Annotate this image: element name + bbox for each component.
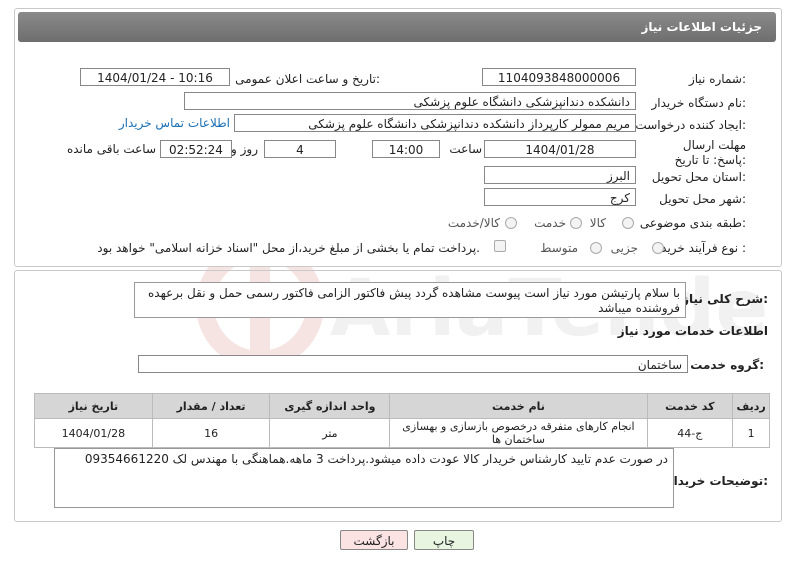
announce-label: تاریخ و ساعت اعلان عمومی: — [235, 72, 380, 86]
col-row: ردیف — [732, 393, 770, 419]
remaining-time-field: 02:52:24 — [160, 140, 232, 158]
announce-field: 1404/01/24 - 10:16 — [80, 68, 230, 86]
cell-quantity: 16 — [151, 418, 271, 448]
category-option-goods: کالا — [589, 216, 606, 230]
process-label: نوع فرآیند خرید : — [661, 241, 746, 255]
creator-label: ایجاد کننده درخواست: — [635, 118, 746, 132]
col-unit: واحد اندازه گیری — [269, 393, 391, 419]
category-option-service: خدمت — [534, 216, 566, 230]
deadline-date-field: 1404/01/28 — [484, 140, 636, 158]
col-date: تاریخ نیاز — [34, 393, 153, 419]
col-code: کد خدمت — [646, 393, 734, 419]
treasury-payment-checkbox[interactable] — [494, 240, 506, 252]
category-radio-goods[interactable] — [622, 217, 634, 229]
cell-unit: متر — [269, 418, 391, 448]
buyer-label: نام دستگاه خریدار: — [651, 96, 747, 110]
days-label: روز و — [231, 142, 258, 156]
buyer-notes-textarea[interactable]: در صورت عدم تایید کارشناس خریدار کالا عو… — [54, 448, 674, 508]
print-button[interactable]: چاپ — [414, 530, 474, 550]
category-radio-goods-service[interactable] — [505, 217, 517, 229]
process-option-medium: متوسط — [540, 241, 578, 255]
need-number-field: 1104093848000006 — [482, 68, 636, 86]
remaining-days-field: 4 — [264, 140, 336, 158]
cell-date: 1404/01/28 — [34, 418, 153, 448]
cell-row: 1 — [732, 418, 770, 448]
panel-header: جزئیات اطلاعات نیاز — [18, 12, 776, 42]
col-quantity: تعداد / مقدار — [151, 393, 271, 419]
city-field: کرج — [484, 188, 636, 206]
cell-code: ج-44 — [646, 418, 734, 448]
process-radio-minor[interactable] — [652, 242, 664, 254]
deadline-time-label: ساعت — [449, 142, 482, 156]
cell-name: انجام کارهای متفرقه درخصوص بازسازی و بهس… — [389, 418, 648, 448]
description-textarea[interactable]: با سلام پارتیشن مورد نیاز است پیوست مشاه… — [134, 282, 686, 318]
province-field: البرز — [484, 166, 636, 184]
process-option-minor: جزیی — [610, 241, 638, 255]
col-name: نام خدمت — [389, 393, 648, 419]
treasury-payment-note: پرداخت تمام یا بخشی از مبلغ خرید،از محل … — [97, 241, 480, 255]
need-number-label: شماره نیاز: — [688, 72, 746, 86]
process-radio-medium[interactable] — [590, 242, 602, 254]
services-section-title: اطلاعات خدمات مورد نیاز — [617, 324, 768, 338]
services-table: ردیف کد خدمت نام خدمت واحد اندازه گیری ت… — [34, 393, 770, 448]
deadline-time-field: 14:00 — [372, 140, 440, 158]
panel-title: جزئیات اطلاعات نیاز — [641, 20, 762, 34]
service-group-label: گروه خدمت: — [690, 358, 764, 372]
buyer-contact-link[interactable]: اطلاعات تماس خریدار — [119, 116, 230, 130]
remaining-time-label: ساعت باقی مانده — [66, 142, 156, 156]
table-header-row: ردیف کد خدمت نام خدمت واحد اندازه گیری ت… — [34, 393, 770, 419]
deadline-label: مهلت ارسال پاسخ: تا تاریخ: — [674, 138, 746, 167]
city-label: شهر محل تحویل: — [659, 192, 746, 206]
province-label: استان محل تحویل: — [651, 170, 746, 184]
buyer-notes-label: توضیحات خریدار: — [666, 474, 768, 488]
category-radio-service[interactable] — [570, 217, 582, 229]
description-label: شرح کلی نیاز: — [682, 292, 768, 306]
table-row: 1 ج-44 انجام کارهای متفرقه درخصوص بازساز… — [34, 418, 770, 448]
creator-field: مریم ممولر کارپرداز دانشکده دندانپزشکی د… — [234, 114, 636, 132]
buyer-field: دانشکده دندانپزشکی دانشگاه علوم پزشکی — [184, 92, 636, 110]
service-group-field: ساختمان — [138, 355, 688, 373]
category-label: طبقه بندی موضوعی: — [639, 216, 746, 230]
back-button[interactable]: بازگشت — [340, 530, 408, 550]
category-option-goods-service: کالا/خدمت — [447, 216, 500, 230]
